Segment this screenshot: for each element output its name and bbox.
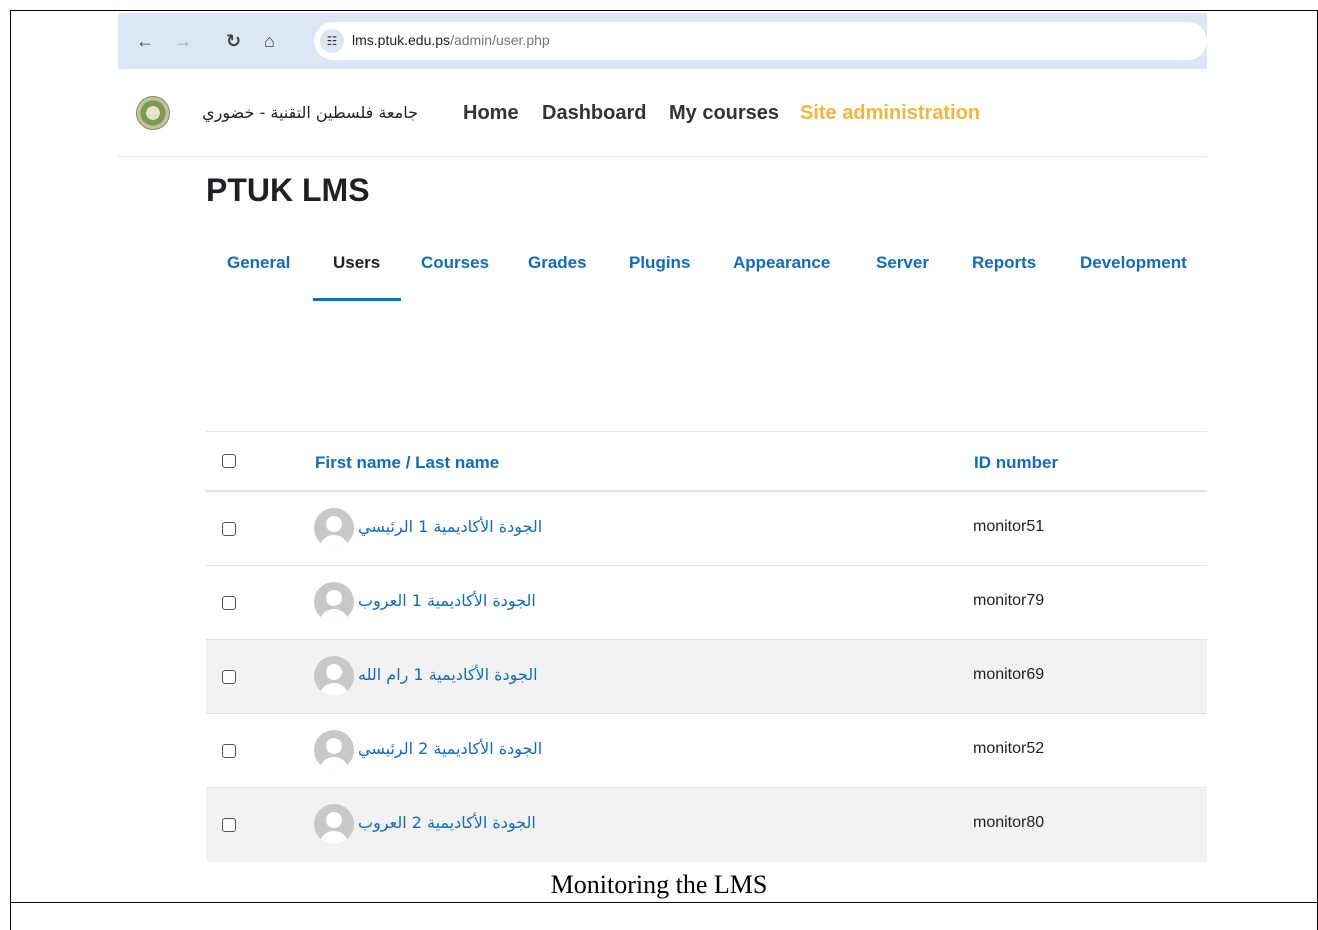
page-title: PTUK LMS [206, 172, 370, 208]
column-header-name: First name / Last name [315, 453, 499, 473]
header-divider [118, 156, 1207, 157]
user-full-name-link[interactable]: الجودة الأكاديمية 1 الرئيسي [358, 517, 542, 536]
user-full-name-link[interactable]: الجودة الأكاديمية 1 رام الله [358, 665, 538, 684]
nav-my-courses[interactable]: My courses [669, 102, 779, 125]
nav-dashboard[interactable]: Dashboard [542, 102, 646, 125]
table-row: الجودة الأكاديمية 2 الرئيسي monitor52 [206, 714, 1207, 788]
sort-last-name[interactable]: Last name [415, 453, 499, 472]
table-header-row: First name / Last name ID number [206, 432, 1207, 492]
tab-users[interactable]: Users [333, 253, 380, 273]
home-icon[interactable]: ⌂ [264, 31, 275, 51]
tab-server[interactable]: Server [876, 253, 929, 273]
user-avatar-icon[interactable] [314, 656, 354, 696]
table-row: الجودة الأكاديمية 1 الرئيسي monitor51 [206, 492, 1207, 566]
user-full-name-link[interactable]: الجودة الأكاديمية 1 العروب [358, 591, 536, 610]
tab-reports[interactable]: Reports [972, 253, 1036, 273]
user-id-number: monitor80 [973, 814, 1045, 831]
row-checkbox[interactable] [222, 596, 236, 610]
nav-home[interactable]: Home [463, 102, 519, 125]
document-frame-bottom [10, 902, 1318, 930]
select-all-checkbox[interactable] [222, 454, 236, 468]
url-text: lms.ptuk.edu.ps/admin/user.php [352, 32, 550, 48]
tab-appearance[interactable]: Appearance [733, 253, 830, 273]
row-checkbox[interactable] [222, 818, 236, 832]
tab-general[interactable]: General [227, 253, 290, 273]
nav-site-administration[interactable]: Site administration [800, 102, 980, 125]
name-separator: / [400, 453, 416, 472]
tab-plugins[interactable]: Plugins [629, 253, 690, 273]
user-id-number: monitor52 [973, 740, 1045, 757]
back-arrow-icon[interactable]: ← [136, 31, 154, 51]
user-id-number: monitor51 [973, 518, 1045, 535]
address-bar[interactable]: ☷ lms.ptuk.edu.ps/admin/user.php [314, 22, 1207, 60]
tab-development[interactable]: Development [1080, 253, 1187, 273]
tab-grades[interactable]: Grades [528, 253, 587, 273]
user-id-number: monitor79 [973, 592, 1045, 609]
browser-toolbar: ← → ↻ ⌂ ☷ lms.ptuk.edu.ps/admin/user.php [118, 13, 1207, 69]
row-checkbox[interactable] [222, 522, 236, 536]
user-avatar-icon[interactable] [314, 508, 354, 548]
active-tab-indicator [313, 298, 401, 301]
user-avatar-icon[interactable] [314, 730, 354, 770]
url-path: /admin/user.php [450, 32, 550, 48]
table-row: الجودة الأكاديمية 2 العروب monitor80 [206, 788, 1207, 862]
sort-first-name[interactable]: First name [315, 453, 401, 472]
user-avatar-icon[interactable] [314, 582, 354, 622]
table-row: الجودة الأكاديمية 1 رام الله monitor69 [206, 640, 1207, 714]
forward-arrow-icon[interactable]: → [174, 31, 192, 51]
row-checkbox[interactable] [222, 670, 236, 684]
user-avatar-icon[interactable] [314, 804, 354, 844]
table-row: الجودة الأكاديمية 1 العروب monitor79 [206, 566, 1207, 640]
user-full-name-link[interactable]: الجودة الأكاديمية 2 الرئيسي [358, 739, 542, 758]
user-full-name-link[interactable]: الجودة الأكاديمية 2 العروب [358, 813, 536, 832]
reload-icon[interactable]: ↻ [226, 31, 241, 51]
site-name[interactable]: جامعة فلسطين التقنية - خضوري [178, 103, 418, 122]
figure-caption: Monitoring the LMS [550, 870, 768, 899]
tab-courses[interactable]: Courses [421, 253, 489, 273]
column-header-id-number[interactable]: ID number [974, 453, 1058, 473]
university-logo[interactable] [136, 96, 170, 130]
url-host: lms.ptuk.edu.ps [352, 32, 451, 48]
user-id-number: monitor69 [973, 666, 1045, 683]
row-checkbox[interactable] [222, 744, 236, 758]
site-info-icon[interactable]: ☷ [320, 29, 344, 53]
